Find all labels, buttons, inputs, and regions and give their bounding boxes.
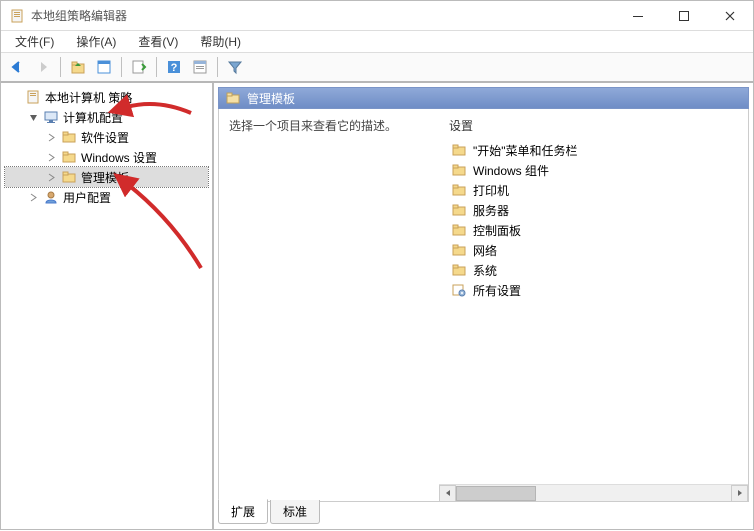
- scroll-left-button[interactable]: [439, 485, 456, 502]
- toolbar: ?: [1, 53, 753, 83]
- folder-icon: [61, 149, 77, 165]
- menu-help[interactable]: 帮助(H): [190, 31, 251, 52]
- list-item[interactable]: 系统: [449, 260, 738, 280]
- scroll-thumb[interactable]: [456, 486, 536, 501]
- back-button[interactable]: [5, 55, 29, 79]
- list-item[interactable]: "开始"菜单和任务栏: [449, 140, 738, 160]
- folder-icon: [451, 162, 467, 178]
- props-button[interactable]: [188, 55, 212, 79]
- folder-icon: [451, 142, 467, 158]
- chevron-right-icon[interactable]: [45, 171, 57, 183]
- svg-text:?: ?: [171, 62, 178, 74]
- forward-button[interactable]: [31, 55, 55, 79]
- separator: [156, 57, 157, 77]
- tree-label: 软件设置: [81, 129, 129, 146]
- tab-extended[interactable]: 扩展: [218, 499, 268, 524]
- titlebar: 本地组策略编辑器: [1, 1, 753, 31]
- horizontal-scrollbar[interactable]: [439, 484, 748, 501]
- window-controls: [615, 1, 753, 31]
- content-body: 选择一个项目来查看它的描述。 设置 "开始"菜单和任务栏 Windows 组件: [218, 109, 749, 501]
- content-title: 管理模板: [247, 90, 295, 107]
- tree-label: 计算机配置: [63, 109, 123, 126]
- folder-icon: [61, 129, 77, 145]
- chevron-right-icon[interactable]: [45, 131, 57, 143]
- folder-icon: [451, 262, 467, 278]
- export-button[interactable]: [127, 55, 151, 79]
- description-column: 选择一个项目来查看它的描述。: [219, 109, 439, 501]
- content-tabs: 扩展 标准: [218, 501, 749, 525]
- content-pane: 管理模板 选择一个项目来查看它的描述。 设置 "开始"菜单和任务栏 Window…: [214, 83, 753, 529]
- up-button[interactable]: [66, 55, 90, 79]
- close-button[interactable]: [707, 1, 753, 31]
- list-item[interactable]: 网络: [449, 240, 738, 260]
- folder-icon: [451, 202, 467, 218]
- separator: [121, 57, 122, 77]
- list-item-label: 服务器: [473, 202, 509, 219]
- tree-software-settings[interactable]: 软件设置: [5, 127, 208, 147]
- list-item-label: Windows 组件: [473, 162, 549, 179]
- menu-view[interactable]: 查看(V): [128, 31, 188, 52]
- window-title: 本地组策略编辑器: [31, 7, 615, 24]
- description-prompt: 选择一个项目来查看它的描述。: [229, 117, 429, 134]
- chevron-right-icon[interactable]: [45, 151, 57, 163]
- tree-pane[interactable]: 本地计算机 策略 计算机配置 软件设置: [1, 83, 214, 529]
- settings-gear-icon: [451, 282, 467, 298]
- content-header: 管理模板: [218, 87, 749, 109]
- list-item[interactable]: 所有设置: [449, 280, 738, 300]
- list-item[interactable]: Windows 组件: [449, 160, 738, 180]
- tab-standard[interactable]: 标准: [270, 500, 320, 524]
- filter-button[interactable]: [223, 55, 247, 79]
- policy-icon: [25, 89, 41, 105]
- tree-label: 用户配置: [63, 189, 111, 206]
- app-icon: [9, 8, 25, 24]
- maximize-button[interactable]: [661, 1, 707, 31]
- list-item-label: 打印机: [473, 182, 509, 199]
- list-item[interactable]: 打印机: [449, 180, 738, 200]
- folder-icon: [451, 182, 467, 198]
- list-item-label: 所有设置: [473, 282, 521, 299]
- chevron-down-icon[interactable]: [27, 111, 39, 123]
- settings-header: 设置: [449, 117, 738, 134]
- tree-label: Windows 设置: [81, 149, 157, 166]
- minimize-button[interactable]: [615, 1, 661, 31]
- help-button[interactable]: ?: [162, 55, 186, 79]
- list-item[interactable]: 服务器: [449, 200, 738, 220]
- menu-action[interactable]: 操作(A): [66, 31, 126, 52]
- user-icon: [43, 189, 59, 205]
- tree-label: 本地计算机 策略: [45, 89, 132, 106]
- list-item-label: 控制面板: [473, 222, 521, 239]
- folder-icon: [451, 222, 467, 238]
- scroll-track[interactable]: [456, 485, 731, 502]
- list-item-label: 系统: [473, 262, 497, 279]
- folder-icon: [225, 90, 241, 106]
- tree-root[interactable]: 本地计算机 策略: [5, 87, 208, 107]
- tree-windows-settings[interactable]: Windows 设置: [5, 147, 208, 167]
- menu-file[interactable]: 文件(F): [5, 31, 64, 52]
- tree-admin-templates[interactable]: 管理模板: [5, 167, 208, 187]
- separator: [217, 57, 218, 77]
- tree-user-config[interactable]: 用户配置: [5, 187, 208, 207]
- main-area: 本地计算机 策略 计算机配置 软件设置: [1, 83, 753, 529]
- view-button[interactable]: [92, 55, 116, 79]
- list-item-label: "开始"菜单和任务栏: [473, 142, 578, 159]
- settings-list: "开始"菜单和任务栏 Windows 组件 打印机 服务器: [449, 140, 738, 300]
- tree-computer-config[interactable]: 计算机配置: [5, 107, 208, 127]
- scroll-right-button[interactable]: [731, 485, 748, 502]
- computer-icon: [43, 109, 59, 125]
- tree-label: 管理模板: [81, 169, 129, 186]
- list-item-label: 网络: [473, 242, 497, 259]
- separator: [60, 57, 61, 77]
- folder-icon: [451, 242, 467, 258]
- expander-icon: [9, 91, 21, 103]
- chevron-right-icon[interactable]: [27, 191, 39, 203]
- settings-column: 设置 "开始"菜单和任务栏 Windows 组件 打印机: [439, 109, 748, 501]
- list-item[interactable]: 控制面板: [449, 220, 738, 240]
- tree: 本地计算机 策略 计算机配置 软件设置: [5, 87, 208, 207]
- folder-icon: [61, 169, 77, 185]
- menubar: 文件(F) 操作(A) 查看(V) 帮助(H): [1, 31, 753, 53]
